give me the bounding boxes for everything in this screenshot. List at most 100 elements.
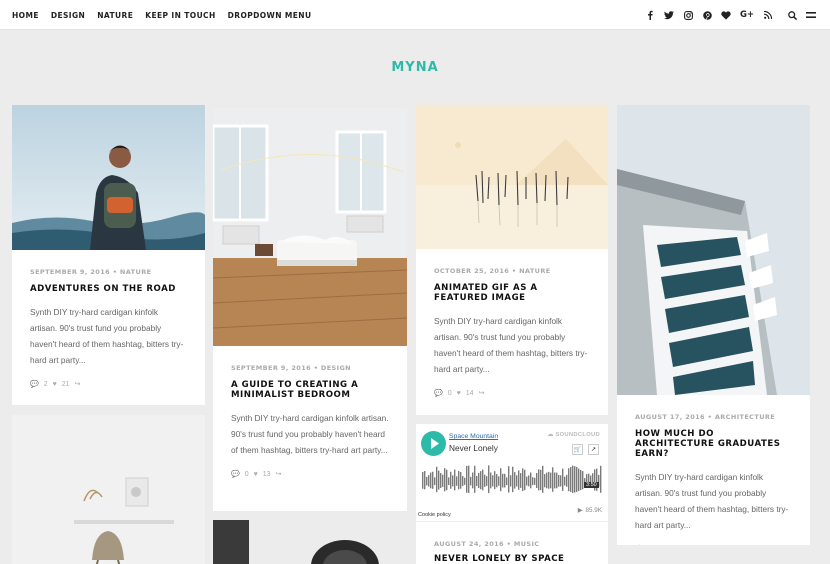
share-icon[interactable]: ↪ — [479, 389, 485, 397]
waveform-bar — [480, 471, 482, 490]
nav-keep-in-touch[interactable]: KEEP IN TOUCH — [145, 11, 215, 20]
waveform-bar — [476, 475, 478, 487]
top-bar: HOME DESIGN NATURE KEEP IN TOUCH DROPDOW… — [0, 0, 830, 30]
play-icon: ▶ — [577, 507, 583, 514]
post-image[interactable] — [213, 520, 407, 564]
waveform-bar — [460, 471, 462, 489]
post-card[interactable]: SEPTEMBER 9, 2016 • NATURE ADVENTURES ON… — [12, 105, 205, 405]
waveform-bar — [442, 474, 444, 487]
play-count-value: 85.9K — [585, 507, 602, 514]
share-icon[interactable]: ↪ — [276, 470, 282, 478]
cart-icon[interactable]: 🛒 — [572, 444, 583, 455]
waveform-bar — [490, 472, 492, 489]
post-title[interactable]: HOW MUCH DO ARCHITECTURE GRADUATES EARN? — [635, 429, 792, 459]
nav-dropdown-menu[interactable]: DROPDOWN MENU — [228, 11, 312, 20]
post-image[interactable] — [213, 108, 407, 346]
post-card[interactable]: OCTOBER 25, 2016 • NATURE ANIMATED GIF A… — [416, 105, 608, 415]
waveform-bar — [452, 475, 454, 487]
comment-icon: 💬 — [30, 381, 39, 388]
waveform-bar — [522, 468, 524, 492]
post-card[interactable] — [12, 415, 205, 564]
post-image[interactable] — [12, 415, 205, 564]
waveform-bar — [574, 466, 576, 493]
waveform[interactable] — [422, 462, 602, 498]
post-card[interactable]: SEPTEMBER 9, 2016 • DESIGN A GUIDE TO CR… — [213, 108, 407, 511]
post-meta: AUGUST 24, 2016 • MUSIC — [434, 540, 540, 548]
waveform-bar — [536, 472, 538, 489]
waveform-bar — [528, 475, 530, 487]
heart-icon[interactable]: ♥ — [254, 471, 258, 478]
cloud-icon: ☁ — [547, 432, 554, 438]
waveform-bar — [428, 475, 430, 487]
waveform-bar — [550, 472, 552, 489]
site-logo[interactable]: MYNA — [0, 60, 830, 75]
comment-count: 2 — [43, 380, 48, 388]
post-excerpt: Synth DIY try-hard cardigan kinfolk arti… — [434, 316, 588, 374]
nav-design[interactable]: DESIGN — [51, 11, 85, 20]
waveform-bar — [576, 467, 578, 492]
soundcloud-logo[interactable]: ☁ SOUNDCLOUD — [547, 432, 600, 438]
artist-link[interactable]: Space Mountain — [449, 433, 498, 440]
instagram-icon[interactable] — [683, 10, 693, 20]
soundcloud-player[interactable]: Space Mountain Never Lonely ☁ SOUNDCLOUD … — [416, 424, 608, 522]
waveform-bar — [496, 474, 498, 488]
play-button[interactable] — [421, 431, 446, 456]
waveform-bar — [440, 472, 442, 489]
waveform-bar — [516, 475, 518, 487]
post-stats: 💬 2 ♥ 21 ↪ — [30, 380, 187, 389]
waveform-bar — [468, 465, 470, 493]
waveform-bar — [552, 467, 554, 492]
heart-icon[interactable] — [721, 10, 731, 20]
share-icon[interactable]: ↪ — [75, 380, 81, 388]
cookie-policy-link[interactable]: Cookie policy — [418, 512, 451, 518]
menu-icon[interactable] — [806, 10, 816, 20]
google-plus-icon[interactable]: G+ — [740, 10, 754, 20]
post-image[interactable] — [416, 105, 608, 249]
track-title[interactable]: Never Lonely — [449, 443, 498, 453]
pinterest-icon[interactable] — [702, 10, 712, 20]
waveform-bar — [518, 470, 520, 490]
waveform-bar — [544, 474, 546, 488]
comment-count: 0 — [244, 470, 249, 478]
waveform-bar — [530, 472, 532, 489]
post-card[interactable]: Space Mountain Never Lonely ☁ SOUNDCLOUD … — [416, 424, 608, 564]
heart-icon[interactable]: ♥ — [457, 390, 461, 397]
post-stats: 💬 0 ♥ 14 ↪ — [434, 389, 590, 398]
waveform-bar — [580, 469, 582, 491]
post-stats: 💬 0 ♥ 13 ↪ — [231, 470, 389, 479]
post-card[interactable] — [213, 520, 407, 564]
facebook-icon[interactable] — [645, 10, 655, 20]
post-title[interactable]: NEVER LONELY BY SPACE — [434, 554, 590, 564]
post-image[interactable] — [12, 105, 205, 250]
nav-home[interactable]: HOME — [12, 11, 39, 20]
post-title[interactable]: A GUIDE TO CREATING A MINIMALIST BEDROOM — [231, 380, 389, 400]
waveform-bar — [570, 467, 572, 492]
post-title[interactable]: ANIMATED GIF AS A FEATURED IMAGE — [434, 283, 590, 303]
post-card[interactable]: AUGUST 17, 2016 • ARCHITECTURE HOW MUCH … — [617, 105, 810, 545]
post-title[interactable]: ADVENTURES ON THE ROAD — [30, 284, 187, 294]
rss-icon[interactable] — [763, 10, 773, 20]
waveform-bar — [436, 466, 438, 493]
post-meta: OCTOBER 25, 2016 • NATURE — [434, 267, 551, 275]
waveform-bar — [430, 472, 432, 489]
waveform-bar — [568, 468, 570, 492]
like-count: 14 — [465, 389, 474, 397]
waveform-bar — [448, 477, 450, 486]
waveform-bar — [554, 472, 556, 489]
post-image[interactable] — [617, 105, 810, 395]
waveform-bar — [538, 469, 540, 491]
waveform-bar — [464, 477, 466, 485]
share-icon[interactable]: ↗ — [588, 444, 599, 455]
heart-icon[interactable]: ♥ — [53, 381, 57, 388]
waveform-bar — [600, 465, 602, 493]
waveform-bar — [500, 468, 502, 492]
like-count: 13 — [262, 470, 271, 478]
waveform-bar — [558, 474, 560, 487]
waveform-bar — [560, 475, 562, 487]
waveform-bar — [542, 465, 544, 493]
search-icon[interactable] — [787, 10, 797, 20]
twitter-icon[interactable] — [664, 10, 674, 20]
nav-nature[interactable]: NATURE — [97, 11, 133, 20]
comment-icon: 💬 — [231, 471, 240, 478]
waveform-bar — [520, 473, 522, 488]
